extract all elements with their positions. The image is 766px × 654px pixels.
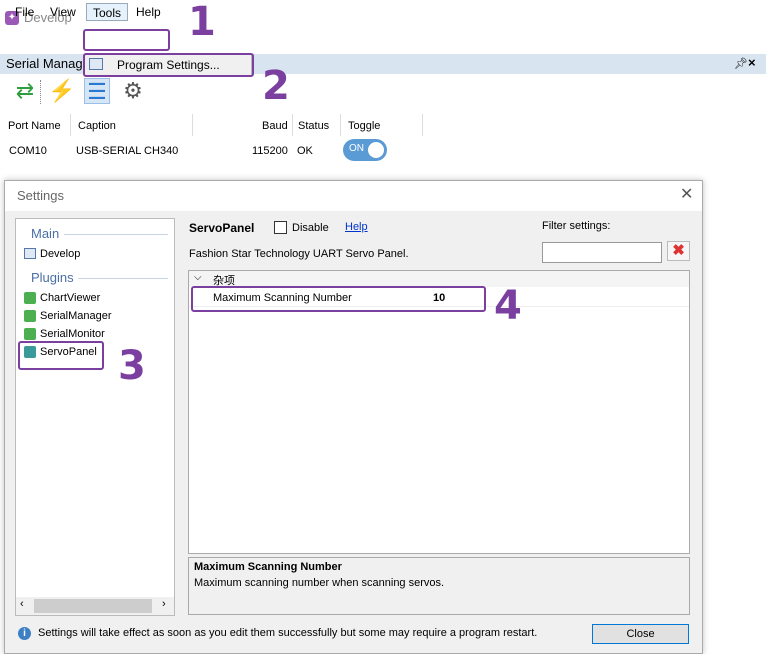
connect-plug-icon[interactable]: ⚡ <box>48 78 75 104</box>
scroll-left-icon[interactable]: ‹ <box>20 598 24 610</box>
dialog-title-bar <box>5 181 702 211</box>
column-divider <box>340 114 341 136</box>
menu-tools[interactable]: Tools <box>86 3 129 21</box>
property-category-row[interactable] <box>189 271 689 287</box>
annotation-number-2: 2 <box>262 63 290 109</box>
scroll-right-icon[interactable]: › <box>162 598 166 610</box>
section-divider <box>78 278 168 279</box>
annotation-number-4: 4 <box>494 283 522 329</box>
column-divider <box>192 114 193 136</box>
section-divider <box>64 234 168 235</box>
annotation-highlight-menu <box>83 29 170 51</box>
help-title: Maximum Scanning Number <box>194 561 342 573</box>
annotation-highlight-property <box>191 286 486 312</box>
plugin-puzzle-icon <box>24 292 36 304</box>
panel-title: Serial Manag <box>6 56 83 71</box>
close-icon[interactable]: × <box>748 55 756 70</box>
nav-section-plugins: Plugins <box>31 270 74 285</box>
filter-input[interactable] <box>542 242 662 263</box>
cell-port: COM10 <box>9 145 47 157</box>
plugin-settings-title: ServoPanel <box>189 221 255 235</box>
nav-item-serialmonitor[interactable]: SerialMonitor <box>40 328 105 340</box>
menu-help[interactable]: Help <box>130 3 167 21</box>
nav-item-chartviewer[interactable]: ChartViewer <box>40 292 100 304</box>
column-header-port[interactable]: Port Name <box>8 117 61 135</box>
property-grid <box>188 270 690 554</box>
column-divider <box>70 114 71 136</box>
toggle-knob <box>368 142 384 158</box>
plugin-description: Fashion Star Technology UART Servo Panel… <box>189 248 409 260</box>
cell-caption: USB-SERIAL CH340 <box>76 145 179 157</box>
clear-filter-icon[interactable]: ✖ <box>667 241 690 261</box>
nav-item-develop[interactable]: Develop <box>40 248 80 260</box>
annotation-number-3: 3 <box>118 343 146 389</box>
dialog-title: Settings <box>17 188 64 203</box>
menu-view[interactable]: View <box>44 3 82 21</box>
menu-file[interactable]: File <box>9 3 40 21</box>
disable-label[interactable]: Disable <box>292 222 329 234</box>
list-icon[interactable]: ☰ <box>84 78 110 104</box>
column-divider <box>422 114 423 136</box>
column-header-caption[interactable]: Caption <box>78 117 116 135</box>
toolbar-separator <box>40 80 41 104</box>
scrollbar-thumb[interactable] <box>34 599 152 613</box>
annotation-highlight-servopanel <box>18 341 104 370</box>
settings-gear-icon[interactable]: ⚙ <box>120 78 146 104</box>
column-header-toggle[interactable]: Toggle <box>348 117 380 135</box>
close-button[interactable]: Close <box>592 624 689 644</box>
dialog-close-icon[interactable]: ✕ <box>680 184 693 204</box>
cell-baud: 115200 <box>252 145 288 157</box>
filter-label: Filter settings: <box>542 220 611 232</box>
refresh-icon[interactable]: ⇄ <box>12 78 38 104</box>
settings-list-icon <box>24 248 36 259</box>
annotation-highlight-program-settings <box>83 53 254 77</box>
column-header-baud[interactable]: Baud <box>262 117 288 135</box>
pin-icon[interactable]: 📌︎ <box>734 57 748 70</box>
plugin-puzzle-icon <box>24 310 36 322</box>
nav-item-serialmanager[interactable]: SerialManager <box>40 310 112 322</box>
column-divider <box>292 114 293 136</box>
disable-checkbox[interactable] <box>274 221 287 234</box>
info-message: Settings will take effect as soon as you… <box>38 627 538 639</box>
nav-section-main: Main <box>31 226 60 241</box>
chevron-down-icon[interactable]: ⌵ <box>194 272 202 283</box>
help-text: Maximum scanning number when scanning se… <box>194 577 445 589</box>
toggle-label: ON <box>349 143 364 154</box>
help-link[interactable]: Help <box>345 221 368 233</box>
plugin-puzzle-icon <box>24 328 36 340</box>
port-toggle-switch[interactable]: ON <box>343 139 387 161</box>
info-icon: i <box>18 627 31 640</box>
annotation-number-1: 1 <box>188 0 216 45</box>
cell-status: OK <box>297 145 313 157</box>
column-header-status[interactable]: Status <box>298 117 329 135</box>
